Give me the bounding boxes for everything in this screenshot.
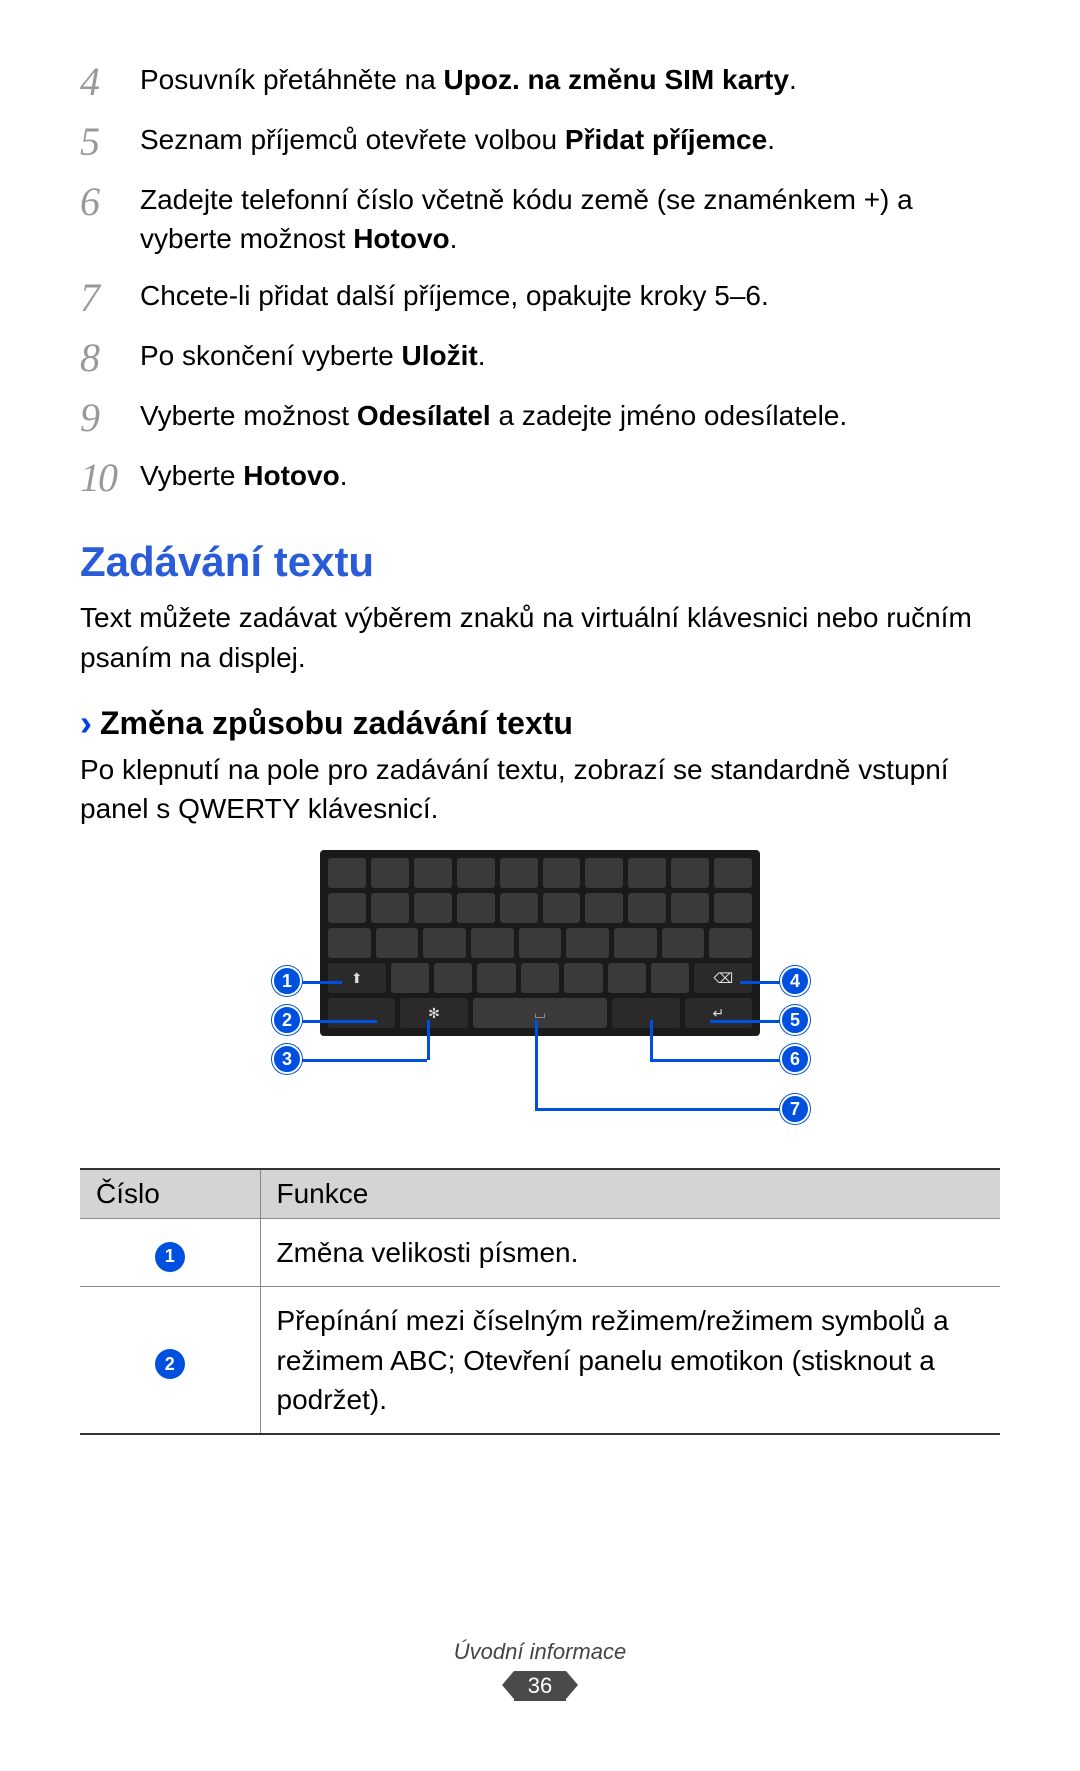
step: 6 Zadejte telefonní číslo včetně kódu ze… — [80, 180, 1000, 258]
step-text: Posuvník přetáhněte na Upoz. na změnu SI… — [140, 60, 1000, 99]
backspace-key-icon: ⌫ — [694, 963, 752, 993]
callout-badge: 4 — [780, 966, 810, 996]
callout-badge: 3 — [272, 1044, 302, 1074]
step-text: Vyberte možnost Odesílatel a zadejte jmé… — [140, 396, 1000, 435]
table-cell: Změna velikosti písmen. — [260, 1219, 1000, 1287]
step-text: Vyberte Hotovo. — [140, 456, 1000, 495]
space-key-icon: ⌴ — [473, 998, 608, 1028]
step: 9 Vyberte možnost Odesílatel a zadejte j… — [80, 396, 1000, 438]
page-number: 36 — [514, 1671, 566, 1701]
step-number: 5 — [80, 120, 140, 162]
section-description: Text můžete zadávat výběrem znaků na vir… — [80, 598, 1000, 676]
step-number: 7 — [80, 276, 140, 318]
chevron-right-icon: › — [80, 705, 92, 741]
subsection-description: Po klepnutí na pole pro zadávání textu, … — [80, 750, 1000, 828]
callout-badge: 5 — [780, 1005, 810, 1035]
table-row: 2 Přepínání mezi číselným režimem/režime… — [80, 1287, 1000, 1434]
step-text: Seznam příjemců otevřete volbou Přidat p… — [140, 120, 1000, 159]
enter-key-icon: ↵ — [685, 998, 752, 1028]
step: 4 Posuvník přetáhněte na Upoz. na změnu … — [80, 60, 1000, 102]
callout-badge: 7 — [780, 1094, 810, 1124]
number-badge-icon: 2 — [155, 1349, 185, 1379]
step: 8 Po skončení vyberte Uložit. — [80, 336, 1000, 378]
step: 10 Vyberte Hotovo. — [80, 456, 1000, 498]
table-row: 1 Změna velikosti písmen. — [80, 1219, 1000, 1287]
step-text: Zadejte telefonní číslo včetně kódu země… — [140, 180, 1000, 258]
step-number: 9 — [80, 396, 140, 438]
step-number: 10 — [80, 456, 140, 498]
gear-key-icon: ✻ — [400, 998, 467, 1028]
footer-section-name: Úvodní informace — [0, 1639, 1080, 1665]
callout-badge: 6 — [780, 1044, 810, 1074]
section-heading: Zadávání textu — [80, 538, 1000, 586]
step-number: 8 — [80, 336, 140, 378]
callout-badge: 1 — [272, 966, 302, 996]
shift-key-icon: ⬆ — [328, 963, 386, 993]
step: 7 Chcete-li přidat další příjemce, opaku… — [80, 276, 1000, 318]
subsection-heading: › Změna způsobu zadávání textu — [80, 705, 1000, 742]
step-number: 6 — [80, 180, 140, 222]
keyboard-image: ⬆ ⌫ ✻ ⌴ ↵ — [320, 850, 760, 1036]
step-text: Po skončení vyberte Uložit. — [140, 336, 1000, 375]
step-text: Chcete-li přidat další příjemce, opakujt… — [140, 276, 1000, 315]
number-badge-icon: 1 — [155, 1242, 185, 1272]
table-cell: Přepínání mezi číselným režimem/režimem … — [260, 1287, 1000, 1434]
table-header: Číslo — [80, 1169, 260, 1219]
steps-list: 4 Posuvník přetáhněte na Upoz. na změnu … — [80, 60, 1000, 498]
page-footer: Úvodní informace 36 — [0, 1639, 1080, 1701]
step-number: 4 — [80, 60, 140, 102]
table-header: Funkce — [260, 1169, 1000, 1219]
function-table: Číslo Funkce 1 Změna velikosti písmen. 2… — [80, 1168, 1000, 1435]
keyboard-figure: ⬆ ⌫ ✻ ⌴ ↵ 1 2 3 4 5 6 7 — [180, 850, 900, 1140]
callout-badge: 2 — [272, 1005, 302, 1035]
step: 5 Seznam příjemců otevřete volbou Přidat… — [80, 120, 1000, 162]
